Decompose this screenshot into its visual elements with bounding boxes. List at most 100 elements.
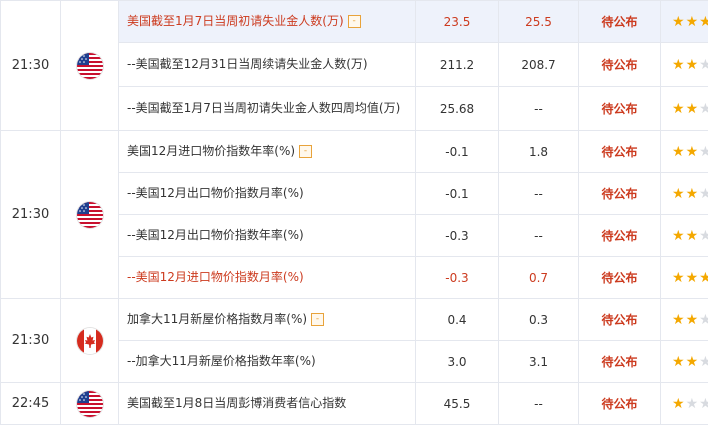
star-icon: ★ bbox=[685, 13, 699, 30]
star-icon: ★ bbox=[685, 269, 699, 286]
indicator-name[interactable]: 美国截至1月8日当周彭博消费者信心指数 bbox=[118, 382, 416, 425]
importance-rating: ★★★ bbox=[660, 298, 708, 341]
star-icon: ★ bbox=[699, 144, 707, 160]
importance-rating: ★★★ bbox=[660, 256, 708, 299]
indicator-name[interactable]: --加拿大11月新屋价格指数年率(%) bbox=[118, 340, 416, 383]
star-icon: ★ bbox=[699, 101, 707, 117]
release-status: 待公布 bbox=[578, 86, 661, 131]
star-icon: ★ bbox=[672, 100, 685, 117]
forecast-value: 0.7 bbox=[498, 256, 579, 299]
release-status: 待公布 bbox=[578, 42, 661, 87]
star-icon: ★ bbox=[672, 143, 685, 160]
forecast-value: 0.3 bbox=[498, 298, 579, 341]
us-flag-icon bbox=[76, 201, 103, 228]
star-icon: ★ bbox=[699, 270, 707, 286]
importance-rating: ★★★ bbox=[660, 214, 708, 257]
indicator-label[interactable]: --美国12月进口物价指数月率(%) bbox=[127, 270, 304, 284]
star-icon: ★ bbox=[672, 56, 685, 73]
indicator-label[interactable]: 加拿大11月新屋价格指数月率(%) bbox=[127, 312, 307, 326]
indicator-label[interactable]: --美国截至12月31日当周续请失业金人数(万) bbox=[127, 57, 368, 71]
expand-toggle-icon[interactable]: - bbox=[311, 313, 325, 326]
indicator-label[interactable]: --美国截至1月7日当周初请失业金人数四周均值(万) bbox=[127, 101, 400, 115]
country-flag-cell bbox=[60, 0, 119, 131]
star-icon: ★ bbox=[672, 353, 685, 370]
star-icon: ★ bbox=[685, 227, 699, 244]
event-time: 21:30 bbox=[0, 298, 61, 383]
star-icon: ★ bbox=[685, 56, 699, 73]
importance-rating: ★★★ bbox=[660, 0, 708, 43]
star-icon: ★ bbox=[699, 57, 707, 73]
star-icon: ★ bbox=[699, 186, 707, 202]
star-icon: ★ bbox=[699, 354, 707, 370]
indicator-name[interactable]: --美国截至12月31日当周续请失业金人数(万) bbox=[118, 42, 416, 87]
release-status: 待公布 bbox=[578, 340, 661, 383]
forecast-value: 208.7 bbox=[498, 42, 579, 87]
star-icon: ★ bbox=[685, 143, 699, 160]
star-icon: ★ bbox=[699, 228, 707, 244]
release-status: 待公布 bbox=[578, 214, 661, 257]
star-icon: ★ bbox=[685, 395, 699, 412]
forecast-value: -- bbox=[498, 382, 579, 425]
forecast-value: 3.1 bbox=[498, 340, 579, 383]
previous-value: 3.0 bbox=[415, 340, 499, 383]
previous-value: 45.5 bbox=[415, 382, 499, 425]
indicator-label[interactable]: --美国12月出口物价指数月率(%) bbox=[127, 186, 304, 200]
forecast-value: -- bbox=[498, 172, 579, 215]
importance-rating: ★★★ bbox=[660, 340, 708, 383]
indicator-name[interactable]: 美国12月进口物价指数年率(%) - bbox=[118, 130, 416, 173]
release-status: 待公布 bbox=[578, 130, 661, 173]
indicator-label[interactable]: 美国截至1月8日当周彭博消费者信心指数 bbox=[127, 396, 346, 410]
indicator-label[interactable]: --美国12月出口物价指数年率(%) bbox=[127, 228, 304, 242]
previous-value: 25.68 bbox=[415, 86, 499, 131]
table-row[interactable]: 22:45美国截至1月8日当周彭博消费者信心指数45.5--待公布★★★ bbox=[0, 382, 708, 425]
indicator-name[interactable]: --美国12月进口物价指数月率(%) bbox=[118, 256, 416, 299]
event-time: 21:30 bbox=[0, 130, 61, 299]
previous-value: -0.3 bbox=[415, 256, 499, 299]
country-flag-cell bbox=[60, 130, 119, 299]
release-status: 待公布 bbox=[578, 0, 661, 43]
indicator-name[interactable]: --美国12月出口物价指数月率(%) bbox=[118, 172, 416, 215]
star-icon: ★ bbox=[685, 353, 699, 370]
forecast-value: 1.8 bbox=[498, 130, 579, 173]
previous-value: -0.1 bbox=[415, 130, 499, 173]
star-icon: ★ bbox=[672, 185, 685, 202]
table-row[interactable]: 21:30美国截至1月7日当周初请失业金人数(万)-23.525.5待公布★★★ bbox=[0, 0, 708, 131]
importance-rating: ★★★ bbox=[660, 42, 708, 87]
table-row[interactable]: 21:30加拿大11月新屋价格指数月率(%)-0.40.3待公布★★★ bbox=[0, 298, 708, 383]
star-icon: ★ bbox=[685, 185, 699, 202]
expand-toggle-icon[interactable]: - bbox=[299, 145, 313, 158]
expand-toggle-icon[interactable]: - bbox=[347, 15, 361, 28]
indicator-label[interactable]: 美国截至1月7日当周初请失业金人数(万) bbox=[127, 14, 344, 28]
release-status: 待公布 bbox=[578, 298, 661, 341]
star-icon: ★ bbox=[699, 14, 707, 30]
canada-flag-icon bbox=[76, 327, 103, 354]
importance-rating: ★★★ bbox=[660, 382, 708, 425]
forecast-value: 25.5 bbox=[498, 0, 579, 43]
release-status: 待公布 bbox=[578, 256, 661, 299]
indicator-label[interactable]: 美国12月进口物价指数年率(%) bbox=[127, 144, 295, 158]
star-icon: ★ bbox=[672, 269, 685, 286]
country-flag-cell bbox=[60, 382, 119, 425]
indicator-name[interactable]: --美国12月出口物价指数年率(%) bbox=[118, 214, 416, 257]
importance-rating: ★★★ bbox=[660, 172, 708, 215]
us-flag-icon bbox=[76, 52, 103, 79]
star-icon: ★ bbox=[699, 396, 707, 412]
forecast-value: -- bbox=[498, 86, 579, 131]
previous-value: 23.5 bbox=[415, 0, 499, 43]
country-flag-cell bbox=[60, 298, 119, 383]
star-icon: ★ bbox=[672, 311, 685, 328]
star-icon: ★ bbox=[672, 395, 685, 412]
importance-rating: ★★★ bbox=[660, 86, 708, 131]
indicator-label[interactable]: --加拿大11月新屋价格指数年率(%) bbox=[127, 354, 316, 368]
previous-value: -0.1 bbox=[415, 172, 499, 215]
indicator-name[interactable]: 美国截至1月7日当周初请失业金人数(万) - bbox=[118, 0, 416, 43]
star-icon: ★ bbox=[685, 311, 699, 328]
event-time: 21:30 bbox=[0, 0, 61, 131]
indicator-name[interactable]: 加拿大11月新屋价格指数月率(%) - bbox=[118, 298, 416, 341]
table-row[interactable]: 21:30美国12月进口物价指数年率(%)--0.11.8待公布★★★ bbox=[0, 130, 708, 299]
economic-calendar-table: 21:30美国截至1月7日当周初请失业金人数(万)-23.525.5待公布★★★… bbox=[0, 0, 708, 425]
star-icon: ★ bbox=[699, 312, 707, 328]
previous-value: -0.3 bbox=[415, 214, 499, 257]
indicator-name[interactable]: --美国截至1月7日当周初请失业金人数四周均值(万) bbox=[118, 86, 416, 131]
star-icon: ★ bbox=[672, 13, 685, 30]
